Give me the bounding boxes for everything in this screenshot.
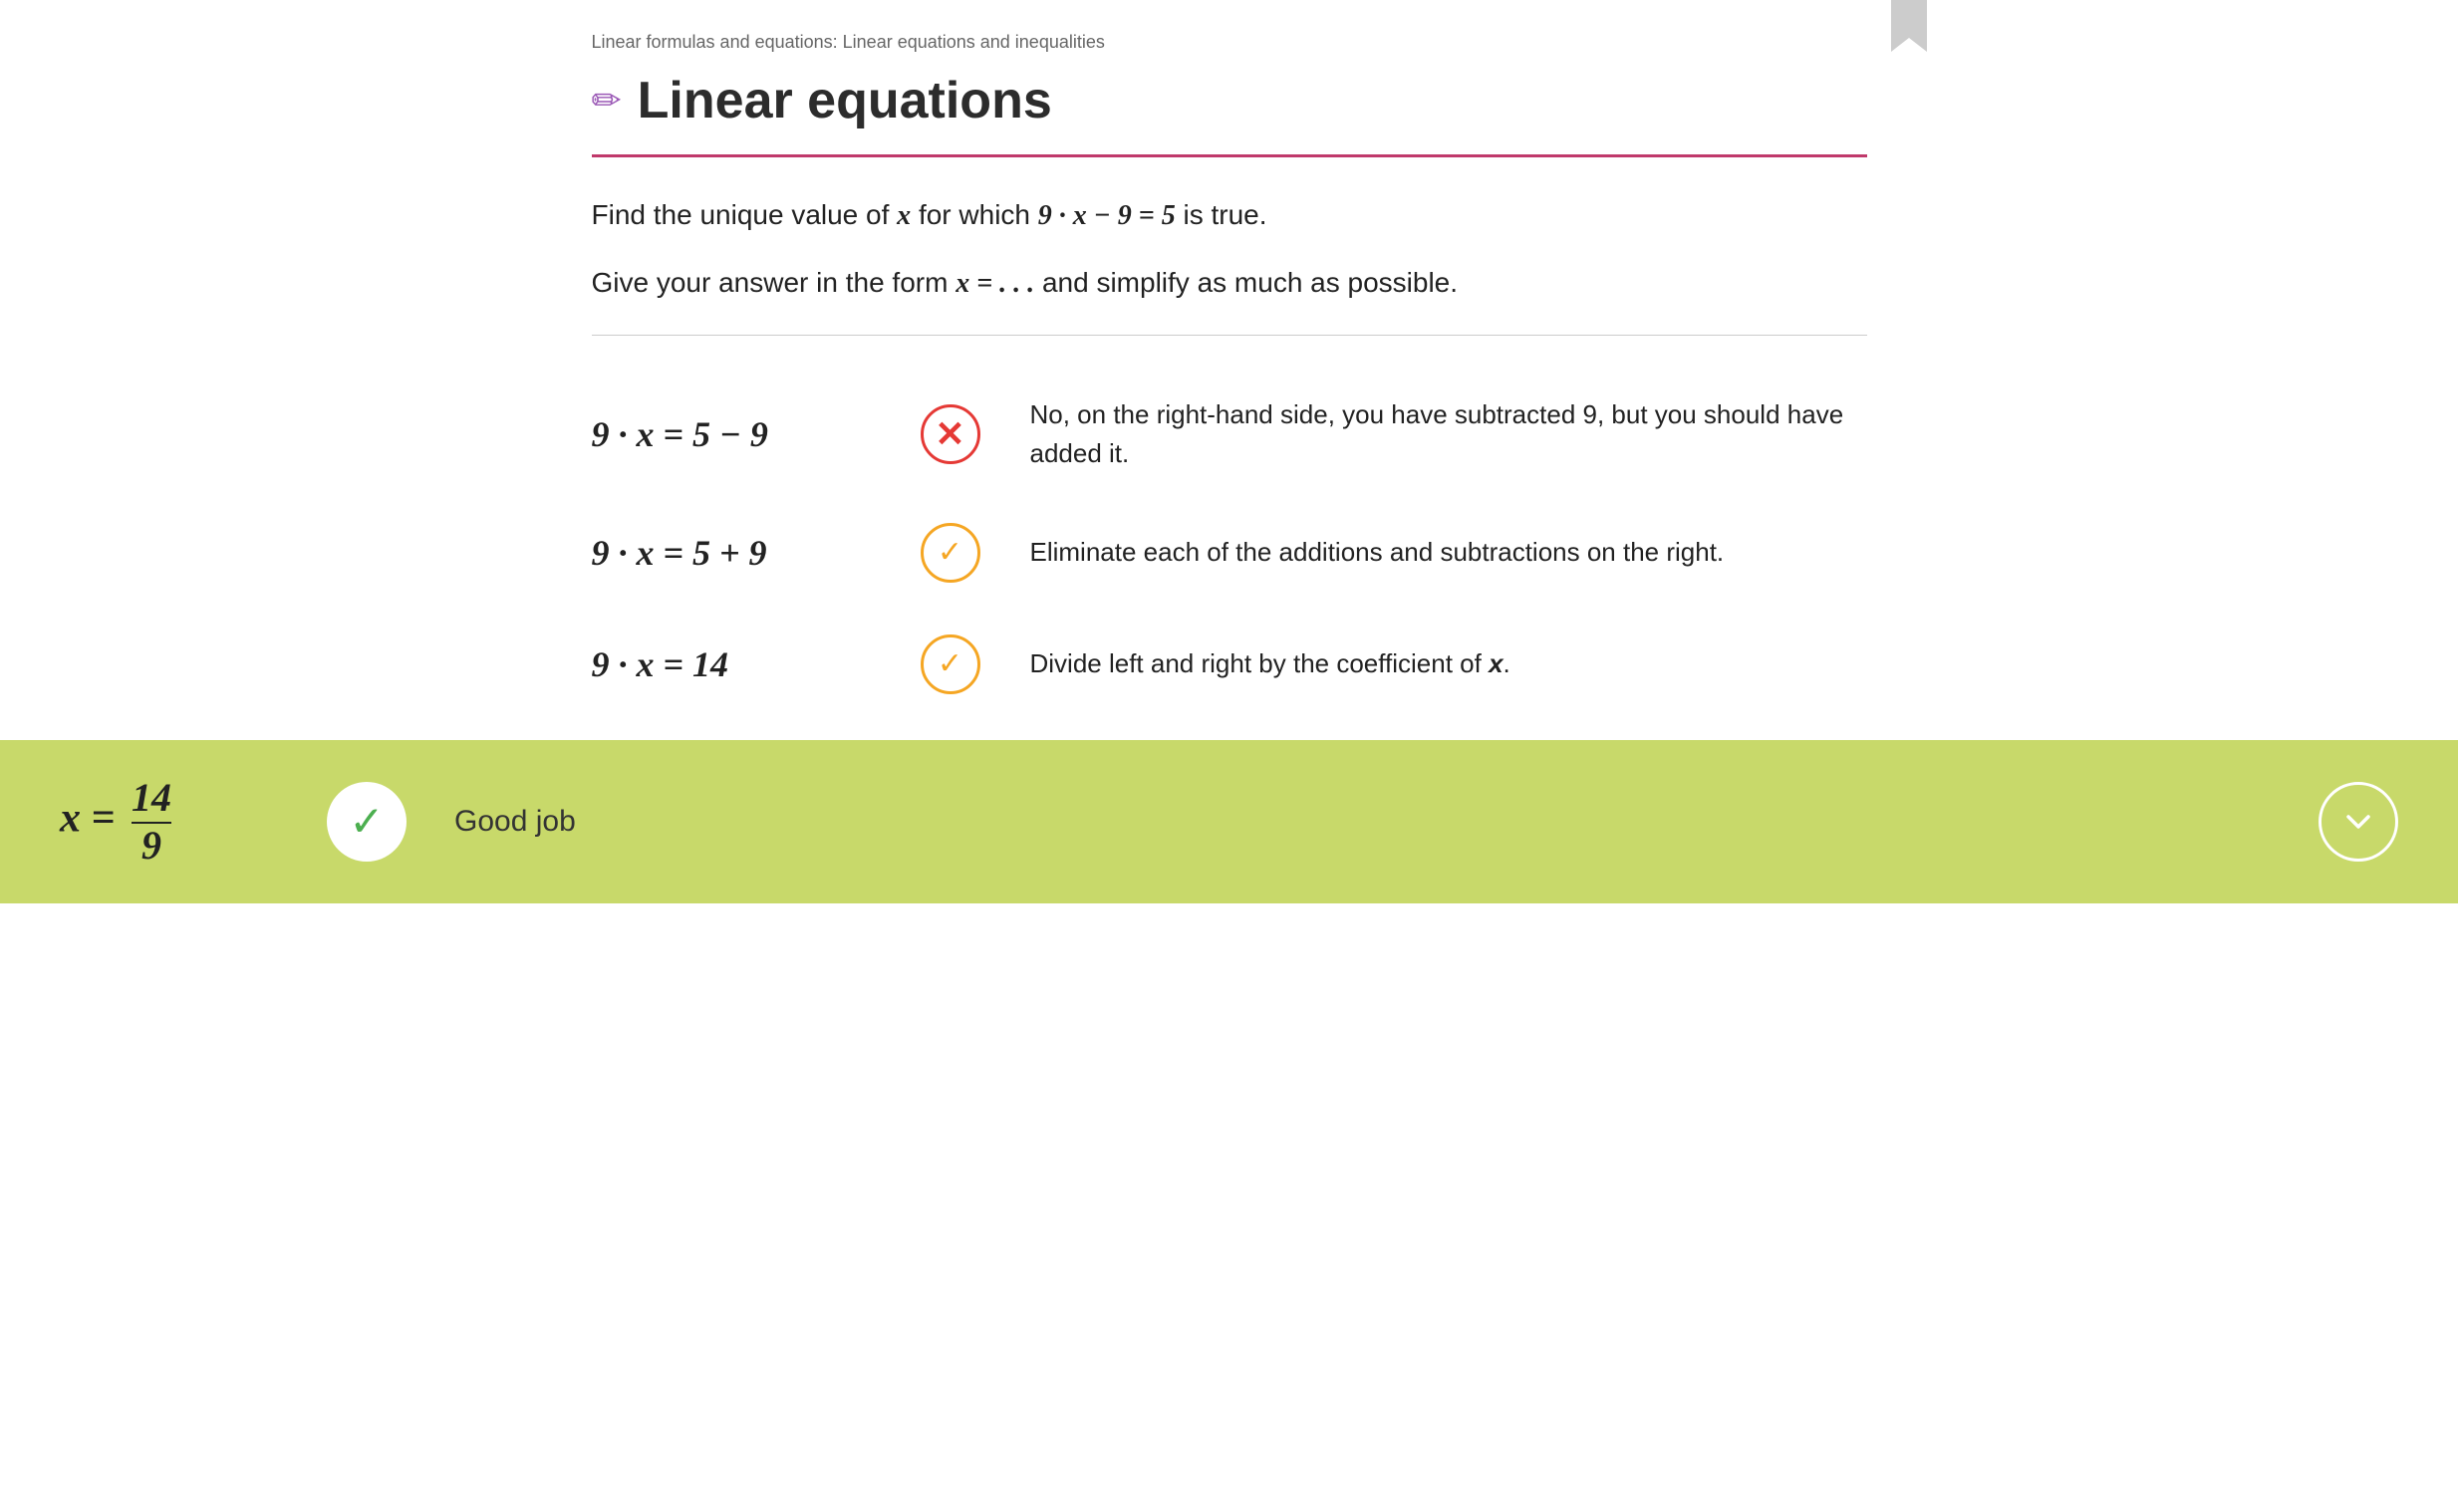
step-3-icon: ✓ — [919, 632, 982, 696]
correct-outline-icon: ✓ — [921, 523, 980, 583]
step-3-equation: 9 · x = 14 — [592, 643, 871, 685]
page-wrapper: Linear formulas and equations: Linear eq… — [532, 0, 1927, 720]
step-2-explanation: Eliminate each of the additions and subt… — [1030, 533, 1867, 572]
answer-bar: x = 14 9 ✓ Good job — [0, 740, 2458, 903]
step-1-icon: ✕ — [919, 402, 982, 466]
problem-section: Find the unique value of x for which 9 ·… — [592, 193, 1867, 307]
next-button[interactable] — [2319, 782, 2398, 862]
breadcrumb: Linear formulas and equations: Linear eq… — [592, 32, 1867, 53]
good-job-text: Good job — [454, 805, 2271, 839]
step-1-explanation: No, on the right-hand side, you have sub… — [1030, 395, 1867, 473]
answer-equation: x = 14 9 — [60, 776, 279, 868]
step-row: 9 · x = 14 ✓ Divide left and right by th… — [592, 609, 1867, 720]
problem-line2: Give your answer in the form x = . . . a… — [592, 261, 1867, 307]
bookmark-icon[interactable] — [1891, 0, 1927, 52]
pencil-icon: ✏ — [592, 80, 622, 122]
problem-line1: Find the unique value of x for which 9 ·… — [592, 193, 1867, 239]
chevron-down-icon — [2340, 804, 2376, 840]
page-title: Linear equations — [638, 71, 1052, 130]
step-row: 9 · x = 5 − 9 ✕ No, on the right-hand si… — [592, 372, 1867, 497]
pink-divider — [592, 154, 1867, 157]
step-3-explanation: Divide left and right by the coefficient… — [1030, 644, 1867, 683]
correct-outline-icon: ✓ — [921, 634, 980, 694]
step-2-equation: 9 · x = 5 + 9 — [592, 532, 871, 574]
step-1-equation: 9 · x = 5 − 9 — [592, 413, 871, 455]
step-row: 9 · x = 5 + 9 ✓ Eliminate each of the ad… — [592, 497, 1867, 609]
gray-divider — [592, 335, 1867, 336]
big-correct-icon: ✓ — [327, 782, 407, 862]
wrong-icon: ✕ — [921, 404, 980, 464]
title-row: ✏ Linear equations — [592, 71, 1867, 130]
step-2-icon: ✓ — [919, 521, 982, 585]
answer-fraction: 14 9 — [132, 776, 171, 868]
checkmark-icon: ✓ — [349, 797, 384, 847]
steps-section: 9 · x = 5 − 9 ✕ No, on the right-hand si… — [592, 372, 1867, 720]
